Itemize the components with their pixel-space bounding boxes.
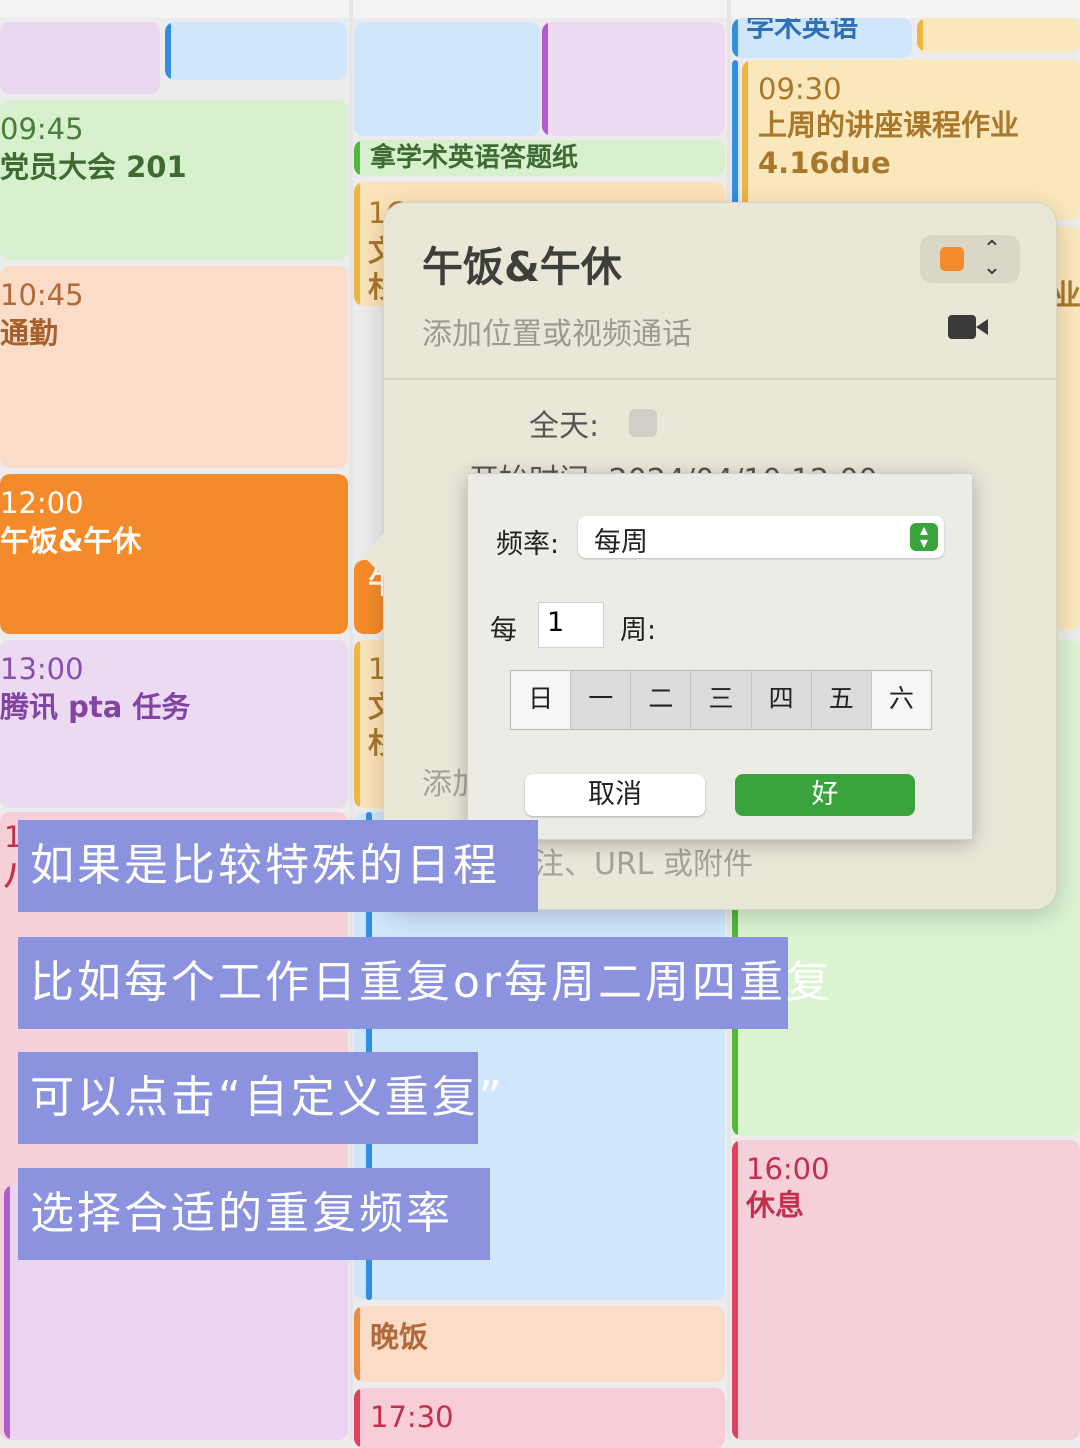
event-card[interactable]: 10:45 通勤 (0, 266, 348, 468)
weekday-sat[interactable]: 六 (871, 671, 931, 729)
caption-line: 选择合适的重复频率 (18, 1168, 490, 1260)
event-title: 上周的讲座课程作业 (758, 108, 1020, 142)
frequency-value: 每周 (594, 527, 648, 558)
event-title: 学术英语 (746, 18, 859, 43)
ok-button[interactable]: 好 (735, 774, 915, 816)
event-block[interactable] (542, 22, 725, 136)
popover-arrow (362, 533, 384, 577)
chevron-updown-icon: ▴ ▾ (910, 522, 938, 551)
allday-label: 全天: (529, 409, 600, 444)
event-block[interactable] (354, 22, 540, 136)
frequency-select[interactable]: 每周 ▴ ▾ (578, 516, 944, 558)
event-time: 17:30 (370, 1400, 454, 1434)
caption-line: 如果是比较特殊的日程 (18, 820, 538, 912)
event-card[interactable]: 13:00 腾讯 pta 任务 (0, 640, 348, 808)
divider (384, 378, 1056, 380)
event-time: 09:45 (0, 112, 84, 146)
weekday-tue[interactable]: 二 (631, 671, 692, 729)
event-block[interactable] (0, 22, 160, 94)
weekday-selector: 日 一 二 三 四 五 六 (510, 670, 932, 730)
event-block[interactable] (165, 22, 347, 80)
event-time: 12:00 (0, 486, 84, 520)
event-title: 腾讯 pta 任务 (0, 690, 191, 724)
cancel-button[interactable]: 取消 (525, 774, 705, 816)
event-card[interactable]: 晚饭 (354, 1306, 725, 1382)
event-title: 拿学术英语答题纸 (370, 143, 579, 173)
location-field[interactable]: 添加位置或视频通话 (422, 309, 692, 353)
weekday-mon[interactable]: 一 (571, 671, 632, 729)
every-label: 每 (490, 615, 517, 646)
weekday-sun[interactable]: 日 (511, 671, 572, 729)
interval-value: 1 (547, 607, 565, 638)
event-card[interactable]: 09:30 上周的讲座课程作业 4.16due (742, 60, 1080, 220)
allday-checkbox[interactable] (629, 409, 657, 437)
event-title: 通勤 (0, 316, 59, 350)
event-card[interactable]: 学术英语 (732, 18, 912, 58)
event-card[interactable]: 拿学术英语答题纸 (354, 140, 725, 176)
event-time: 13:00 (0, 652, 84, 686)
event-title: 党员大会 201 (0, 150, 187, 184)
weekday-wed[interactable]: 三 (691, 671, 752, 729)
event-card[interactable]: 17:30 (354, 1388, 725, 1448)
frequency-label: 频率: (496, 529, 560, 560)
event-time: 10:45 (0, 278, 84, 312)
event-title-field[interactable]: 午饭&午休 (422, 233, 622, 293)
weekday-fri[interactable]: 五 (811, 671, 872, 729)
orange-square-icon (940, 247, 964, 271)
event-time: 16:00 (746, 1152, 830, 1186)
event-time: 09:30 (758, 72, 842, 106)
event-title: 晚饭 (370, 1320, 429, 1354)
event-card[interactable]: 16:00 休息 (732, 1140, 1080, 1440)
interval-input[interactable]: 1 (538, 602, 604, 648)
event-title: 4.16due (758, 146, 891, 180)
caption-line: 比如每个工作日重复or每周二周四重复 (18, 937, 830, 1029)
event-card-selected[interactable]: 12:00 午饭&午休 (0, 474, 348, 634)
unit-label: 周: (620, 615, 657, 646)
weekday-thu[interactable]: 四 (751, 671, 812, 729)
event-title: 午饭&午休 (0, 524, 142, 558)
event-card[interactable]: 09:45 党员大会 201 (0, 100, 348, 260)
notes-field[interactable]: 注、URL 或附件 (534, 839, 753, 883)
caption-line: 可以点击“自定义重复” (18, 1052, 502, 1144)
chevron-updown-icon: ⌃ ⌄ (982, 237, 1002, 280)
top-strip (0, 0, 1080, 18)
video-camera-icon[interactable] (948, 315, 988, 339)
event-block[interactable] (917, 18, 1080, 52)
custom-repeat-dialog: 频率: 每周 ▴ ▾ 每 1 周: 日 一 二 三 四 五 六 取消 好 (467, 473, 973, 840)
calendar-color-picker[interactable]: ⌃ ⌄ (920, 235, 1020, 283)
event-title: 休息 (746, 1188, 805, 1222)
